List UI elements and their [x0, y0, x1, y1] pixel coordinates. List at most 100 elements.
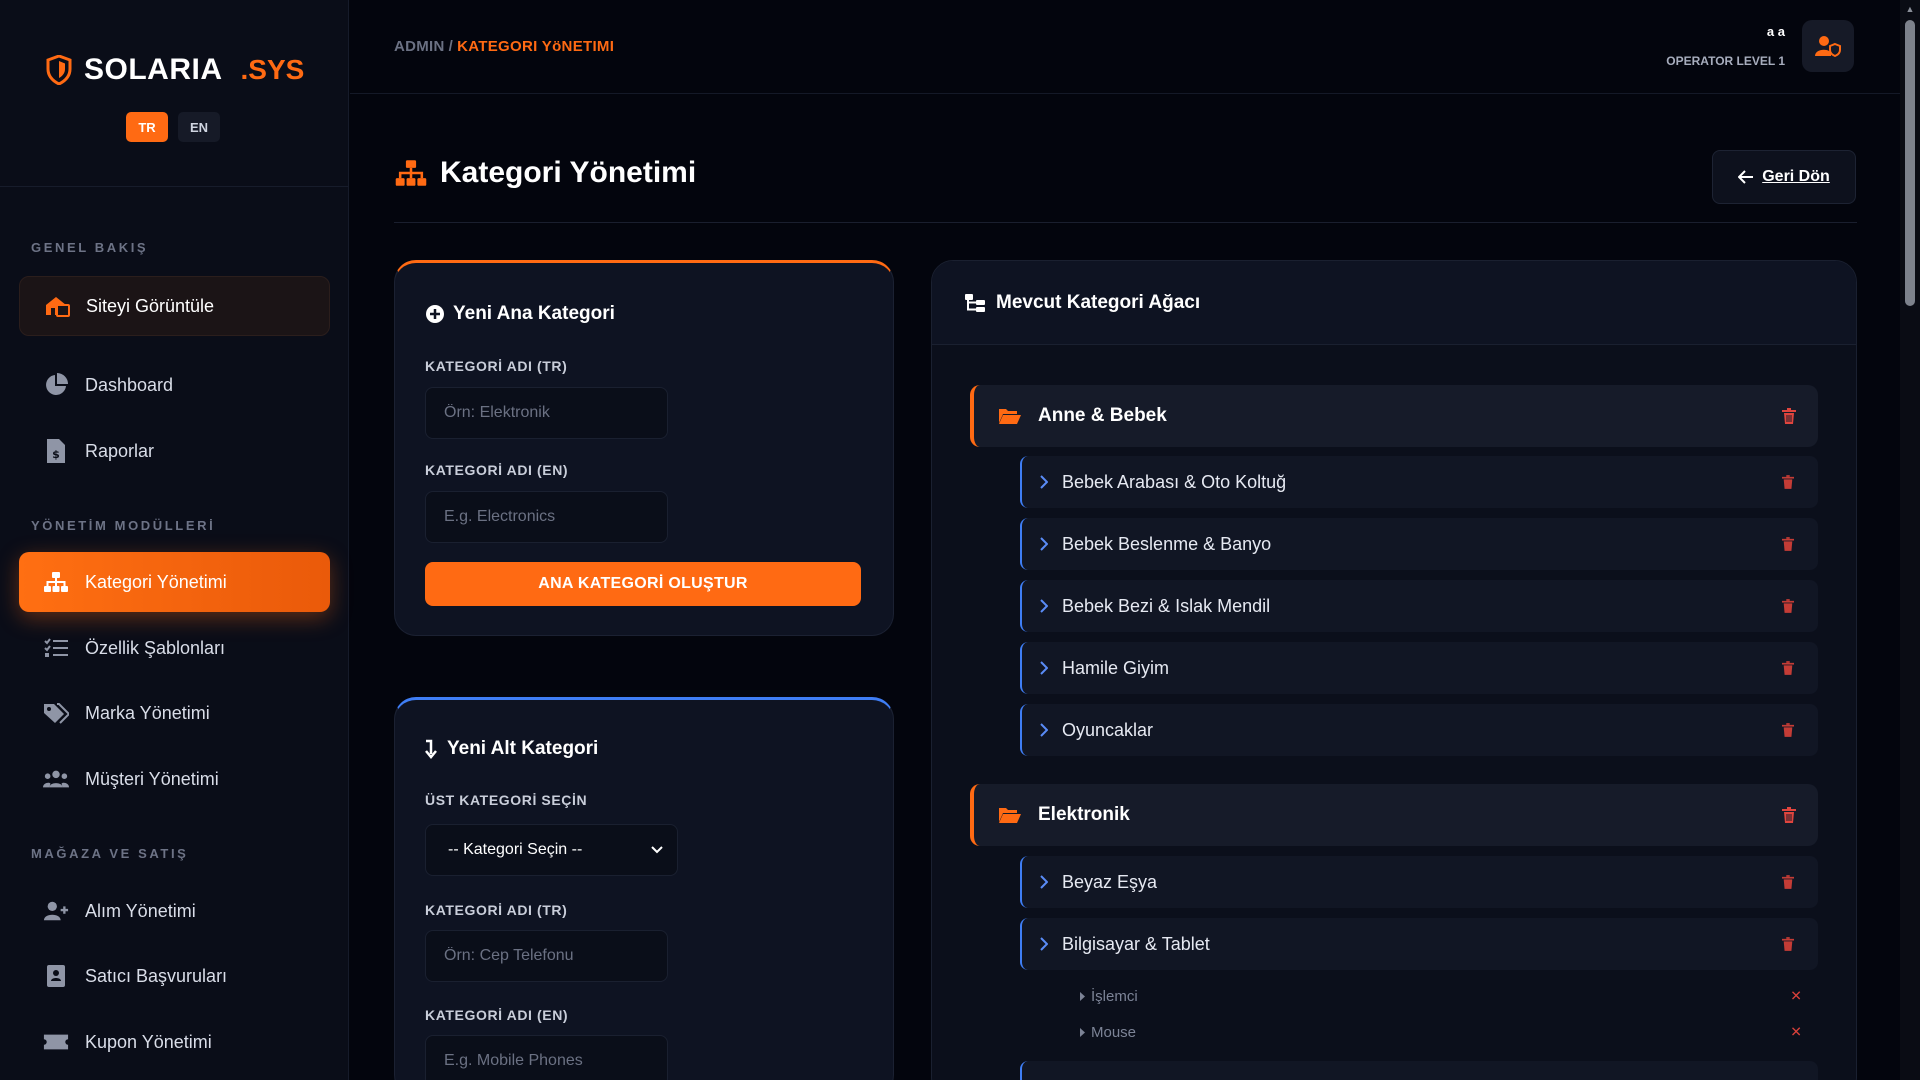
breadcrumb-root[interactable]: ADMIN [394, 38, 445, 55]
sidebar-item-dashboard[interactable]: Dashboard [19, 355, 330, 415]
user-plus-icon [43, 898, 69, 924]
chevron-right-icon [1040, 475, 1048, 489]
card-title-text: Yeni Ana Kategori [453, 303, 615, 324]
breadcrumb-current: KATEGORI YöNETIMI [457, 38, 615, 55]
parent-category-selected: -- Kategori Seçin -- [448, 841, 583, 858]
scroll-up-icon[interactable]: ▲ [1905, 4, 1915, 14]
delete-trash-icon[interactable] [1782, 875, 1794, 889]
brand-suffix: .SYS [240, 54, 305, 85]
caret-right-icon [1080, 991, 1085, 1001]
remove-x-icon[interactable]: ✕ [1790, 1024, 1802, 1041]
sidebar-item-seller-applications[interactable]: Satıcı Başvuruları [19, 946, 330, 1006]
sidebar: SOLARIA .SYS TR EN GENEL BAKIŞ Siteyi Gö… [0, 0, 349, 1080]
delete-trash-icon[interactable] [1782, 408, 1796, 424]
user-menu-button[interactable] [1802, 20, 1854, 72]
sidebar-item-view-site[interactable]: Siteyi Görüntüle [19, 276, 330, 336]
sidebar-item-attribute-templates[interactable]: Özellik Şablonları [19, 618, 330, 678]
list-check-icon [43, 635, 69, 661]
chevron-right-icon [1040, 723, 1048, 737]
tree-child-item[interactable]: Bebek Beslenme & Banyo [1020, 518, 1818, 570]
page-title: Kategori Yönetimi [440, 156, 697, 189]
sub-name-tr-input[interactable] [425, 930, 668, 982]
plus-circle-icon [425, 304, 445, 324]
tree-grandchild-label: Mouse [1091, 1023, 1137, 1041]
sidebar-item-label: Raporlar [85, 440, 155, 461]
tree-grandchild-item[interactable]: Mouse ✕ [1080, 1017, 1818, 1047]
category-tree-panel: Mevcut Kategori Ağacı Anne & Bebek Bebek… [931, 260, 1857, 1080]
tree-grandchild-item[interactable]: İşlemci ✕ [1080, 981, 1818, 1011]
delete-trash-icon[interactable] [1782, 475, 1794, 489]
topbar: ADMIN / KATEGORI YöNETIMI a a OPERATOR LEV… [350, 0, 1900, 94]
tree-child-item[interactable]: Beyaz Eşya [1020, 856, 1818, 908]
sidebar-item-label: Kupon Yönetimi [85, 1031, 212, 1052]
tree-child-item[interactable]: Bebek Arabası & Oto Koltuğ [1020, 456, 1818, 508]
page-header: Kategori Yönetimi [394, 156, 696, 190]
sub-name-tr-label: KATEGORİ ADI (TR) [425, 902, 568, 918]
delete-trash-icon[interactable] [1782, 599, 1794, 613]
create-main-category-button[interactable]: ANA KATEGORİ OLUŞTUR [425, 562, 861, 606]
tree-root-item[interactable]: Anne & Bebek [970, 385, 1818, 447]
invoice-icon: $ [43, 438, 69, 464]
lang-en-button[interactable]: EN [178, 112, 220, 142]
sidebar-item-label: Alım Yönetimi [85, 900, 196, 921]
tree-child-label: Bebek Arabası & Oto Koltuğ [1062, 471, 1287, 492]
sidebar-item-label: Özellik Şablonları [85, 637, 226, 658]
sidebar-item-coupons[interactable]: Kupon Yönetimi [19, 1012, 330, 1072]
users-icon [43, 766, 69, 792]
sidebar-item-label: Siteyi Görüntüle [86, 295, 215, 316]
main-name-en-input[interactable] [425, 491, 668, 543]
delete-trash-icon[interactable] [1782, 937, 1794, 951]
card-title: Yeni Ana Kategori [425, 303, 615, 325]
breadcrumb-separator: / [448, 38, 454, 55]
pie-chart-icon [43, 372, 69, 398]
chevron-right-icon [1040, 661, 1048, 675]
sub-name-en-label: KATEGORİ ADI (EN) [425, 1007, 569, 1023]
ticket-icon [43, 1029, 69, 1055]
brand-logo[interactable]: SOLARIA .SYS [46, 50, 304, 90]
main-name-tr-input[interactable] [425, 387, 668, 439]
tree-child-item[interactable]: Bebek Bezi & Islak Mendil [1020, 580, 1818, 632]
sidebar-item-reports[interactable]: $ Raporlar [19, 421, 330, 481]
sidebar-item-purchases[interactable]: Alım Yönetimi [19, 881, 330, 941]
sub-name-en-input[interactable] [425, 1035, 668, 1080]
chevron-right-icon [1040, 599, 1048, 613]
tree-child-label: Hamile Giyim [1062, 657, 1170, 678]
sidebar-item-brands[interactable]: Marka Yönetimi [19, 683, 330, 743]
delete-trash-icon[interactable] [1782, 723, 1794, 737]
delete-trash-icon[interactable] [1782, 537, 1794, 551]
tree-root-item[interactable]: Elektronik [970, 784, 1818, 846]
new-main-category-card: Yeni Ana Kategori KATEGORİ ADI (TR) KATE… [394, 260, 894, 636]
section-label-management: YÖNETİM MODÜLLERİ [31, 518, 216, 533]
tree-child-label: Bebek Bezi & Islak Mendil [1062, 595, 1271, 616]
header-divider [394, 222, 1857, 223]
parent-category-select[interactable]: -- Kategori Seçin -- [425, 824, 678, 876]
back-button[interactable]: Geri Dön [1712, 150, 1856, 204]
language-switcher: TR EN [126, 112, 220, 142]
tree-child-item[interactable]: Bilgisayar & Tablet [1020, 918, 1818, 970]
remove-x-icon[interactable]: ✕ [1790, 988, 1802, 1005]
main-name-tr-label: KATEGORİ ADI (TR) [425, 358, 568, 374]
folder-open-icon [998, 407, 1022, 425]
caret-right-icon [1080, 1027, 1085, 1037]
store-icon [44, 293, 70, 319]
folder-open-icon [998, 806, 1022, 824]
tree-title: Mevcut Kategori Ağacı [996, 291, 1201, 313]
scrollbar-thumb[interactable] [1905, 20, 1915, 306]
tree-child-item[interactable]: Hamile Giyim [1020, 642, 1818, 694]
lang-tr-button[interactable]: TR [126, 112, 168, 142]
card-title: Yeni Alt Kategori [425, 738, 598, 760]
shield-icon [46, 55, 72, 85]
delete-trash-icon[interactable] [1782, 661, 1794, 675]
chevron-right-icon [1040, 537, 1048, 551]
user-name: a a [1766, 24, 1785, 39]
delete-trash-icon[interactable] [1782, 807, 1796, 823]
sidebar-item-customers[interactable]: Müşteri Yönetimi [19, 749, 330, 809]
tree-child-item-partial[interactable] [1020, 1061, 1818, 1080]
tree-child-item[interactable]: Oyuncaklar [1020, 704, 1818, 756]
page-scrollbar[interactable]: ▲ [1900, 0, 1920, 1080]
sidebar-item-label: Dashboard [85, 374, 174, 395]
tree-root-label: Anne & Bebek [1038, 405, 1167, 426]
sidebar-item-categories[interactable]: Kategori Yönetimi [19, 552, 330, 612]
card-title-text: Yeni Alt Kategori [447, 738, 599, 759]
back-button-label: Geri Dön [1762, 168, 1830, 185]
